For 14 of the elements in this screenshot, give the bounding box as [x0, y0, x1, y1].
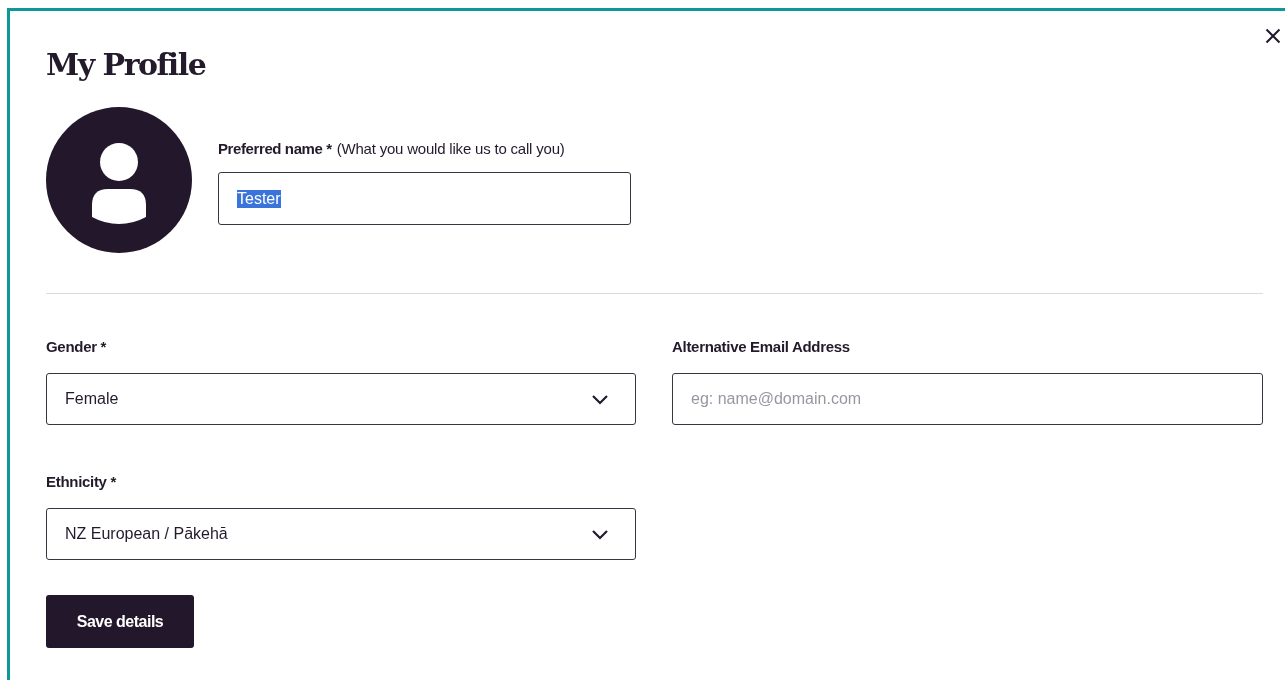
field-label: Ethnicity * — [46, 473, 118, 491]
input-field[interactable]: Tester — [218, 172, 631, 225]
field-label: Gender * — [46, 338, 108, 356]
chevron-down-icon — [591, 528, 609, 540]
close-icon[interactable] — [1265, 28, 1281, 44]
field-hint: (What you would like us to call you) — [336, 140, 565, 158]
save-button[interactable]: Save details — [46, 595, 194, 648]
avatar-icon — [46, 107, 192, 253]
dialog-title: My Profile — [46, 46, 206, 84]
chevron-down-icon — [591, 393, 609, 405]
dropdown[interactable]: Female — [46, 373, 636, 425]
field-label: Preferred name * — [218, 140, 332, 158]
dropdown[interactable]: NZ European / Pākehā — [46, 508, 636, 560]
field-label: Alternative Email Address — [672, 338, 851, 356]
